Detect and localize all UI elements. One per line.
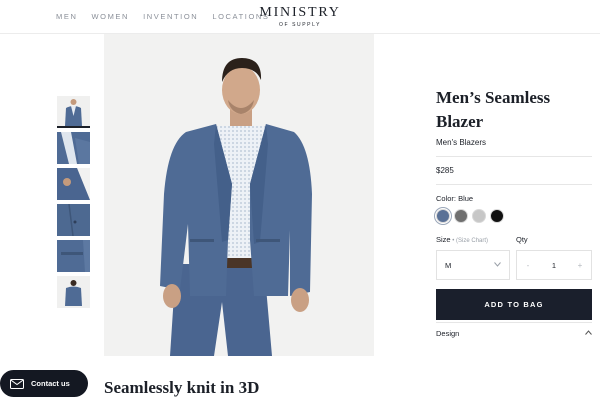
size-qty-labels: Size • (Size Chart) Qty bbox=[436, 235, 592, 244]
color-swatch-black[interactable] bbox=[490, 209, 504, 223]
design-accordion-label: Design bbox=[436, 329, 460, 338]
size-label-group: Size • (Size Chart) bbox=[436, 235, 516, 244]
thumbnail-front[interactable] bbox=[57, 96, 90, 128]
qty-increase-button[interactable]: + bbox=[575, 261, 585, 270]
qty-value[interactable]: 1 bbox=[552, 261, 556, 270]
color-swatch-blue[interactable] bbox=[436, 209, 450, 223]
quantity-stepper: - 1 + bbox=[516, 250, 592, 280]
mail-icon bbox=[10, 378, 24, 389]
brand-logo[interactable]: MINISTRY OF SUPPLY bbox=[230, 5, 370, 29]
size-chart-link[interactable]: (Size Chart) bbox=[456, 238, 488, 244]
chevron-down-icon bbox=[494, 261, 501, 269]
thumbnail-fabric-detail[interactable] bbox=[57, 204, 90, 236]
add-to-bag-button[interactable]: ADD TO BAG bbox=[436, 289, 592, 320]
logo-subtitle: OF SUPPLY bbox=[278, 22, 322, 28]
size-selected-value: M bbox=[445, 260, 452, 270]
site-header: MEN WOMEN INVENTION LOCATIONS MINISTRY O… bbox=[0, 0, 600, 34]
contact-us-button[interactable]: Contact us bbox=[0, 370, 88, 397]
thumbnail-sleeve[interactable] bbox=[57, 168, 90, 200]
nav-link-women[interactable]: WOMEN bbox=[91, 12, 129, 21]
color-swatches bbox=[436, 209, 592, 223]
divider bbox=[436, 184, 592, 185]
contact-us-label: Contact us bbox=[31, 379, 70, 388]
product-price: $285 bbox=[436, 166, 454, 175]
color-label: Color: Blue bbox=[436, 194, 474, 203]
color-swatch-charcoal[interactable] bbox=[454, 209, 468, 223]
divider bbox=[436, 156, 592, 157]
size-select[interactable]: M bbox=[436, 250, 510, 280]
product-title: Men’s Seamless Blazer bbox=[436, 88, 551, 131]
product-details: Men’s Seamless Blazer Men's Blazers $285… bbox=[436, 86, 592, 320]
size-label: Size bbox=[436, 235, 451, 244]
logo-wordmark: MINISTRY bbox=[259, 5, 341, 20]
product-category: Men's Blazers bbox=[436, 138, 486, 147]
product-main-image[interactable] bbox=[104, 34, 374, 356]
model-photo bbox=[104, 34, 374, 356]
color-swatch-light-grey[interactable] bbox=[472, 209, 486, 223]
size-qty-selectors: M - 1 + bbox=[436, 250, 592, 280]
thumbnail-collar[interactable] bbox=[57, 132, 90, 164]
thumbnail-gallery bbox=[57, 96, 90, 312]
thumbnail-back[interactable] bbox=[57, 276, 90, 308]
qty-decrease-button[interactable]: - bbox=[523, 261, 533, 270]
nav-link-men[interactable]: MEN bbox=[56, 12, 77, 21]
nav-link-invention[interactable]: INVENTION bbox=[143, 12, 198, 21]
section-heading: Seamlessly knit in 3D bbox=[104, 378, 260, 397]
chevron-up-icon bbox=[585, 330, 592, 337]
thumbnail-pocket[interactable] bbox=[57, 240, 90, 272]
qty-label: Qty bbox=[516, 235, 528, 244]
design-accordion[interactable]: Design bbox=[436, 322, 592, 344]
